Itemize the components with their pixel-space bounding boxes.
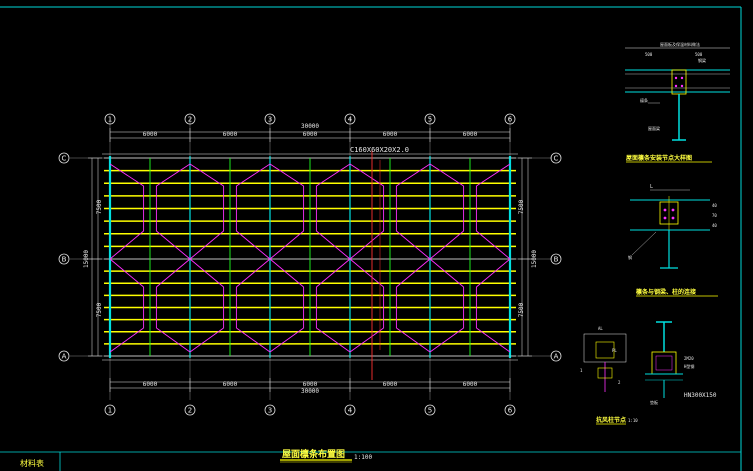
detail2-side-dim-3: 40 (712, 223, 717, 228)
bottom-bay-dim: 6000 (383, 381, 398, 388)
detail1-title: 屋面檩条安装节点大样图 (626, 154, 692, 162)
axis-bubble-bottom: 5 (428, 407, 432, 415)
drawing-canvas: 材料表 1 1 2 2 3 3 4 4 5 5 6 6 C C B B A A 30000 30000 15000… (0, 6, 742, 471)
brace-line (109, 230, 144, 260)
top-bay-dim: 6000 (303, 131, 318, 138)
detail2-dim-l: L (650, 184, 653, 190)
detail-wind-column: AL PL 1 2 2M20 H型钢 HN300X150 垫板 抗风柱节点 1:… (580, 321, 717, 425)
detail3-small-2: PL (612, 348, 617, 353)
detail1-label-c: 屋面梁 (648, 125, 660, 131)
detail2-label: 钢 (628, 254, 632, 260)
bottom-bay-dim: 6000 (223, 381, 238, 388)
detail2-side-dim-1: 40 (712, 203, 717, 208)
axis-bubble-top: 2 (188, 116, 192, 124)
axis-bubble-bottom: 6 (508, 407, 513, 415)
right-overall-dim: 15000 (531, 250, 538, 268)
detail1-top-note: 屋面板及保温材料做法 (660, 41, 700, 47)
detail1-label-a: 檩条 (640, 97, 648, 103)
detail3-scale: 1:10 (628, 418, 638, 423)
axis-bubble-left: B (62, 256, 67, 264)
left-bay-dim-lower: 7500 (96, 302, 103, 317)
brace-line (269, 230, 304, 260)
bottom-label: 材料表 (20, 458, 44, 468)
bottom-bay-dim: 6000 (463, 381, 478, 388)
purlin-label: C160X60X20X2.0 (350, 146, 409, 154)
bottom-bay-dim: 6000 (143, 381, 158, 388)
axis-bubble-bottom: 4 (348, 407, 353, 415)
axis-bubble-right: C (554, 155, 559, 163)
axis-bubble-left: A (62, 353, 67, 361)
right-bay-dim-lower: 7500 (518, 302, 525, 317)
detail3-bolt: 2M20 (684, 356, 694, 361)
brace-line (316, 230, 351, 260)
detail1-dim-a: 500 (645, 52, 653, 57)
detail3-small-3: 1 (580, 368, 583, 373)
detail3-hn: HN300X150 (684, 392, 717, 399)
detail3-small-4: 2 (618, 380, 621, 385)
left-bay-dim-upper: 7500 (96, 199, 103, 214)
detail1-dim-b: 500 (695, 52, 703, 57)
plan-title-text: 屋面檩条布置图 (282, 448, 345, 460)
axis-bubble-bottom: 3 (268, 407, 272, 415)
detail2-title: 檩条与钢梁、柱的连接 (636, 288, 696, 296)
axis-bubble-bottom: 1 (108, 407, 112, 415)
brace-line (189, 230, 224, 260)
plan-title-scale: 1:100 (354, 454, 372, 461)
brace-line (429, 230, 464, 260)
purlin-plan (70, 118, 552, 400)
detail3-title: 抗风柱节点 (596, 416, 626, 424)
top-bay-dim: 6000 (463, 131, 478, 138)
top-bay-dim: 6000 (143, 131, 158, 138)
plan-title: 屋面檩条布置图 1:100 (280, 448, 372, 463)
top-overall-dim: 30000 (301, 123, 319, 130)
top-bay-dim: 6000 (223, 131, 238, 138)
brace-line (476, 230, 511, 260)
top-bay-dim: 6000 (383, 131, 398, 138)
axis-bubble-right: B (554, 256, 559, 264)
axis-bubble-right: A (554, 353, 559, 361)
detail-purlin-install: 屋面板及保温材料做法 500 500 檩条 钢梁 屋面梁 屋面檩条安装节点大样图 (625, 41, 730, 163)
axis-bubble-top: 6 (508, 116, 513, 124)
brace-line (349, 230, 384, 260)
detail3-small-1: AL (598, 326, 603, 331)
axis-bubble-left: C (62, 155, 67, 163)
right-bay-dim-upper: 7500 (518, 199, 525, 214)
axis-bubble-top: 4 (348, 116, 353, 124)
detail1-label-b: 钢梁 (698, 57, 706, 63)
axis-bubble-top: 1 (108, 116, 112, 124)
axis-bubble-top: 3 (268, 116, 272, 124)
bottom-overall-dim: 30000 (301, 388, 319, 395)
detail2-side-dim-2: 70 (712, 213, 717, 218)
detail3-plate: H型钢 (684, 363, 694, 369)
brace-line (396, 230, 431, 260)
brace-line (236, 230, 271, 260)
brace-line (156, 230, 191, 260)
axis-bubble-bottom: 2 (188, 407, 192, 415)
detail-purlin-connection: L 40 70 40 钢 檩条与钢梁、柱的连接 (628, 184, 718, 297)
axis-bubble-top: 5 (428, 116, 432, 124)
bottom-bay-dim: 6000 (303, 381, 318, 388)
drawing-frame: 材料表 (0, 6, 742, 471)
detail3-bot: 垫板 (650, 399, 658, 405)
